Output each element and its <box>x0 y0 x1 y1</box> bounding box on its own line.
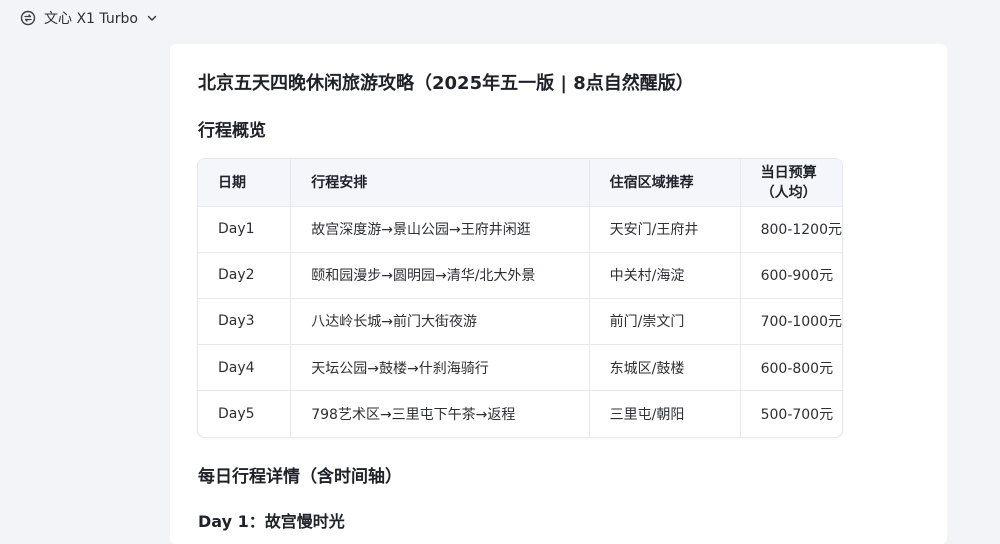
cell-lodging: 东城区/鼓楼 <box>589 344 741 391</box>
cell-schedule: 颐和园漫步→圆明园→清华/北大外景 <box>290 251 590 299</box>
day1-heading: Day 1：故宫慢时光 <box>198 512 345 531</box>
model-name: 文心 X1 Turbo <box>44 11 138 27</box>
itinerary-table-grid: 日期 行程安排 住宿区域推荐 当日预算（人均） Day1 故宫深度游→景山公园→… <box>198 159 842 437</box>
table-row: Day3 八达岭长城→前门大街夜游 前门/崇文门 700-1000元 <box>198 297 842 345</box>
document-title: 北京五天四晚休闲旅游攻略（2025年五一版 | 8点自然醒版） <box>198 73 694 94</box>
table-row: Day1 故宫深度游→景山公园→王府井闲逛 天安门/王府井 800-1200元 <box>198 205 842 253</box>
cell-schedule: 天坛公园→鼓楼→什刹海骑行 <box>290 344 590 391</box>
header-lodging: 住宿区域推荐 <box>589 159 741 206</box>
table-row: Day2 颐和园漫步→圆明园→清华/北大外景 中关村/海淀 600-900元 <box>198 251 842 299</box>
cell-budget: 600-800元 <box>740 344 842 391</box>
header-budget: 当日预算（人均） <box>760 165 817 202</box>
itinerary-table: 日期 行程安排 住宿区域推荐 当日预算（人均） Day1 故宫深度游→景山公园→… <box>197 158 843 438</box>
cell-budget: 600-900元 <box>740 251 842 299</box>
top-bar: 文心 X1 Turbo <box>0 0 1000 36</box>
cell-schedule: 八达岭长城→前门大街夜游 <box>290 297 590 345</box>
model-selector[interactable]: 文心 X1 Turbo <box>20 8 158 28</box>
cell-date: Day2 <box>198 251 292 299</box>
table-row: Day5 798艺术区→三里屯下午茶→返程 三里屯/朝阳 500-700元 <box>198 390 842 437</box>
cell-date: Day3 <box>198 297 292 345</box>
cell-date: Day1 <box>198 205 292 253</box>
cell-schedule: 故宫深度游→景山公园→王府井闲逛 <box>290 205 590 253</box>
model-switch-icon <box>20 10 36 26</box>
cell-budget: 800-1200元 <box>740 205 842 253</box>
cell-budget: 700-1000元 <box>740 297 842 345</box>
table-header-row: 日期 行程安排 住宿区域推荐 当日预算（人均） <box>198 159 842 206</box>
cell-budget: 500-700元 <box>740 390 842 437</box>
header-date: 日期 <box>198 159 292 206</box>
chevron-down-icon <box>146 12 158 24</box>
header-schedule: 行程安排 <box>290 159 590 206</box>
cell-lodging: 中关村/海淀 <box>589 251 741 299</box>
cell-lodging: 前门/崇文门 <box>589 297 741 345</box>
cell-schedule: 798艺术区→三里屯下午茶→返程 <box>290 390 590 437</box>
table-row: Day4 天坛公园→鼓楼→什刹海骑行 东城区/鼓楼 600-800元 <box>198 344 842 391</box>
section-details-heading: 每日行程详情（含时间轴） <box>198 467 402 487</box>
answer-card: 北京五天四晚休闲旅游攻略（2025年五一版 | 8点自然醒版） 行程概览 日期 … <box>170 44 947 544</box>
section-overview-heading: 行程概览 <box>198 121 266 141</box>
cell-date: Day5 <box>198 390 292 437</box>
cell-lodging: 天安门/王府井 <box>589 205 741 253</box>
cell-date: Day4 <box>198 344 292 391</box>
cell-lodging: 三里屯/朝阳 <box>589 390 741 437</box>
